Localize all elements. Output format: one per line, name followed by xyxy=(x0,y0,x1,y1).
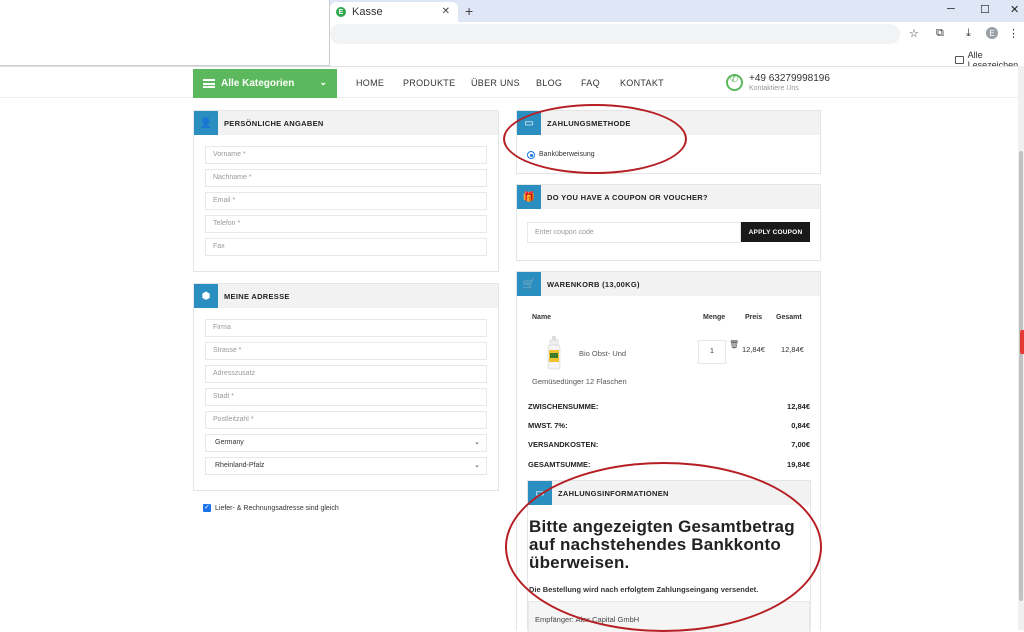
coupon-panel: 🎁 DO YOU HAVE A COUPON OR VOUCHER? Enter… xyxy=(516,184,821,261)
annotation-ellipse-payment xyxy=(503,104,687,174)
nav-ueber-uns[interactable]: ÜBER UNS xyxy=(471,78,520,88)
nav-home[interactable]: HOME xyxy=(356,78,384,88)
window-close-button[interactable]: ✕ xyxy=(1010,3,1019,16)
last-name-input[interactable]: Nachname * xyxy=(205,169,487,187)
chevron-down-icon: ⌄ xyxy=(474,439,480,446)
cart-icon: 🛒 xyxy=(517,272,541,296)
phone-subtitle: Kontaktiere Uns xyxy=(749,85,799,92)
panel-header: ⬢ MEINE ADRESSE xyxy=(194,284,498,308)
col-total: Gesamt xyxy=(776,314,802,321)
trash-icon[interactable]: 🗑 xyxy=(729,340,739,349)
panel-title: MEINE ADRESSE xyxy=(224,291,290,301)
state-value: Rheinland-Pfalz xyxy=(215,462,265,469)
state-select[interactable]: Rheinland-Pfalz ⌄ xyxy=(205,457,487,475)
email-input[interactable]: Email * xyxy=(205,192,487,210)
nav-kontakt[interactable]: KONTAKT xyxy=(620,78,664,88)
address-bar[interactable] xyxy=(330,24,900,44)
site-navigation: Alle Kategorien ⌄ HOME PRODUKTE ÜBER UNS… xyxy=(0,67,1018,98)
product-image xyxy=(547,336,561,370)
scrollbar-thumb[interactable] xyxy=(1019,151,1023,601)
vat-label: MWST. 7%: xyxy=(528,421,568,430)
nav-produkte[interactable]: PRODUKTE xyxy=(403,78,455,88)
country-select[interactable]: Germany ⌄ xyxy=(205,434,487,452)
address-panel: ⬢ MEINE ADRESSE Firma Strasse * Adresszu… xyxy=(193,283,499,491)
same-address-checkbox[interactable]: ✓ xyxy=(203,504,211,512)
tab-close-icon[interactable]: ✕ xyxy=(442,6,450,17)
grand-total-label: GESAMTSUMME: xyxy=(528,460,591,469)
nav-blog[interactable]: BLOG xyxy=(536,78,562,88)
menu-icon xyxy=(203,79,215,88)
col-qty: Menge xyxy=(703,314,726,321)
apply-coupon-button[interactable]: APPLY COUPON xyxy=(741,222,810,242)
folder-icon xyxy=(955,56,964,64)
download-icon[interactable]: ⤓ xyxy=(966,27,971,40)
quantity-input[interactable]: 1 xyxy=(698,340,726,364)
panel-header: 🎁 DO YOU HAVE A COUPON OR VOUCHER? xyxy=(517,185,820,209)
item-total: 12,84€ xyxy=(781,345,804,354)
nav-faq[interactable]: FAQ xyxy=(581,78,600,88)
tab-kasse[interactable]: E Kasse ✕ xyxy=(330,2,458,22)
star-icon[interactable]: ☆ xyxy=(909,27,919,40)
panel-header: 🛒 WARENKORB (13,00KG) xyxy=(517,272,820,296)
first-name-input[interactable]: Vorname * xyxy=(205,146,487,164)
categories-label: Alle Kategorien xyxy=(221,78,295,89)
subtotal-value: 12,84€ xyxy=(787,402,810,411)
chevron-down-icon: ⌄ xyxy=(474,462,480,469)
panel-title: PERSÖNLICHE ANGABEN xyxy=(224,118,324,128)
overlay-blank-region xyxy=(0,0,330,66)
menu-dots-icon[interactable]: ⋮ xyxy=(1008,27,1019,40)
coupon-input[interactable]: Enter coupon code xyxy=(527,222,741,243)
tab-title: Kasse xyxy=(352,6,383,18)
all-categories-button[interactable]: Alle Kategorien ⌄ xyxy=(193,69,337,98)
product-name-line2[interactable]: Gemüsedünger 12 Flaschen xyxy=(532,377,627,386)
fax-input[interactable]: Fax xyxy=(205,238,487,256)
contact-phone[interactable]: +49 63279998196 Kontaktiere Uns xyxy=(726,73,830,92)
window-maximize-button[interactable]: ☐ xyxy=(980,3,990,16)
street-input[interactable]: Strasse * xyxy=(205,342,487,360)
subtotal-label: ZWISCHENSUMME: xyxy=(528,402,599,411)
personal-data-panel: 👤 PERSÖNLICHE ANGABEN Vorname * Nachname… xyxy=(193,110,499,272)
new-tab-button[interactable]: + xyxy=(465,3,473,19)
same-address-label: Liefer- & Rechnungsadresse sind gleich xyxy=(215,505,339,512)
panel-title: WARENKORB (13,00KG) xyxy=(547,279,640,289)
col-price: Preis xyxy=(745,314,763,321)
gift-icon: 🎁 xyxy=(517,185,541,209)
side-widget-tab[interactable] xyxy=(1020,330,1024,354)
grand-total-value: 19,84€ xyxy=(787,460,810,469)
user-add-icon: 👤 xyxy=(194,111,218,135)
postal-code-input[interactable]: Postleitzahl * xyxy=(205,411,487,429)
extensions-icon[interactable]: ⧉ xyxy=(936,27,944,40)
phone-icon xyxy=(726,74,743,91)
phone-number: +49 63279998196 xyxy=(749,73,830,84)
chevron-down-icon: ⌄ xyxy=(319,77,327,87)
profile-avatar[interactable]: E xyxy=(986,27,998,39)
item-price: 12,84€ xyxy=(742,345,765,354)
shipping-value: 7,00€ xyxy=(791,440,810,449)
window-minimize-button[interactable]: ─ xyxy=(947,3,955,15)
product-name-line1[interactable]: Bio Obst- Und xyxy=(579,349,626,358)
panel-header: 👤 PERSÖNLICHE ANGABEN xyxy=(194,111,498,135)
annotation-ellipse-transfer xyxy=(505,462,822,632)
shipping-label: VERSANDKOSTEN: xyxy=(528,440,599,449)
col-name: Name xyxy=(532,314,552,321)
panel-title: DO YOU HAVE A COUPON OR VOUCHER? xyxy=(547,192,708,202)
address-extra-input[interactable]: Adresszusatz xyxy=(205,365,487,383)
phone-input[interactable]: Telefon * xyxy=(205,215,487,233)
company-input[interactable]: Firma xyxy=(205,319,487,337)
vat-value: 0,84€ xyxy=(791,421,810,430)
city-input[interactable]: Stadt * xyxy=(205,388,487,406)
favicon-icon: E xyxy=(336,7,346,17)
location-pin-icon: ⬢ xyxy=(194,284,218,308)
country-value: Germany xyxy=(215,439,244,446)
